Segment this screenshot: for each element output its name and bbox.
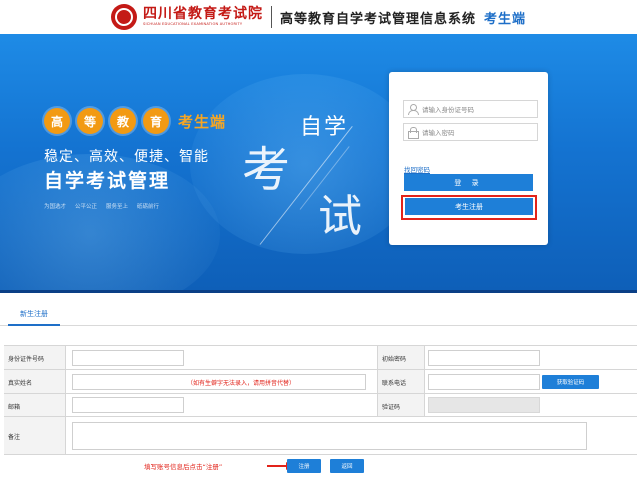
- emblem-logo-icon: [110, 4, 137, 30]
- page: 四川省教育考试院 SICHUAN EDUCATIONAL EXAMINATION…: [0, 0, 637, 484]
- slogan-item: 公平公正: [75, 204, 98, 210]
- lock-icon: [408, 127, 419, 139]
- slogan-item: 为国选才: [44, 204, 67, 210]
- org-name: 四川省教育考试院: [142, 6, 263, 22]
- register-button[interactable]: 考生注册: [405, 198, 533, 215]
- id-number-input[interactable]: 请输入身份证号码: [403, 100, 538, 118]
- banner-slogans: 为国选才 公平公正 服务至上 砥砺前行: [44, 202, 159, 210]
- initial-password-field[interactable]: [428, 350, 540, 366]
- password-input[interactable]: 请输入密码: [403, 123, 538, 141]
- form-row: 邮箱 验证码: [4, 394, 637, 417]
- banner-glow: [190, 74, 420, 254]
- id-number-label: 身份证件号码: [8, 356, 45, 363]
- email-field[interactable]: [72, 397, 184, 413]
- hero-banner: 高 等 教 育 考生端 稳定、高效、便捷、智能 自学考试管理 为国选才 公平公正…: [0, 34, 637, 290]
- submit-register-button[interactable]: 注册: [287, 459, 321, 473]
- forgot-password-link[interactable]: 找回密码: [404, 164, 430, 174]
- verification-code-field[interactable]: [428, 397, 540, 413]
- banner-bottom-bar: [0, 290, 637, 293]
- dot-char: 教: [110, 108, 136, 134]
- slogan-item: 砥砺前行: [137, 204, 160, 210]
- initial-password-label: 初始密码: [382, 356, 407, 363]
- id-number-placeholder: 请输入身份证号码: [422, 106, 474, 114]
- dot-char: 高: [44, 108, 70, 134]
- portal-name: 考生端: [484, 11, 527, 27]
- form-table: 身份证件号码 初始密码 真实姓名 （如有生僻字无法录入，请用拼音代替） 联系电话…: [4, 345, 637, 473]
- dot-char: 等: [77, 108, 103, 134]
- phone-label: 联系电话: [382, 380, 407, 387]
- banner-big-zixue: 自学: [300, 115, 349, 140]
- org-block: 四川省教育考试院 SICHUAN EDUCATIONAL EXAMINATION…: [143, 7, 263, 27]
- real-name-label: 真实姓名: [8, 380, 33, 387]
- submit-instruction: 填写账号信息后点击“注册”: [144, 463, 223, 471]
- dot-char: 育: [143, 108, 169, 134]
- registration-form: 新生注册 身份证件号码 初始密码 真实姓名 （如有生僻字无法录入，请用拼音代替）…: [0, 298, 637, 484]
- password-placeholder: 请输入密码: [422, 129, 455, 137]
- slogan-item: 服务至上: [106, 204, 129, 210]
- user-icon: [408, 104, 419, 115]
- system-name: 高等教育自学考试管理信息系统: [279, 11, 476, 27]
- tab-new-registration[interactable]: 新生注册: [8, 309, 60, 326]
- name-hint: （如有生僻字无法录入，请用拼音代替）: [187, 380, 296, 387]
- verification-code-label: 验证码: [382, 404, 401, 411]
- tab-bar: 新生注册: [0, 298, 637, 326]
- login-button[interactable]: 登 录: [404, 174, 533, 191]
- form-row: 身份证件号码 初始密码: [4, 346, 637, 370]
- org-name-en: SICHUAN EDUCATIONAL EXAMINATION AUTHORIT…: [142, 22, 243, 26]
- slogan-dots: 高 等 教 育 考生端: [44, 108, 226, 134]
- remark-label: 备注: [8, 434, 21, 441]
- banner-portal-label: 考生端: [178, 112, 227, 131]
- remark-field[interactable]: [72, 422, 587, 450]
- form-row: 备注: [4, 417, 637, 455]
- arrow-right-icon: [267, 462, 292, 470]
- login-card: 请输入身份证号码 请输入密码 找回密码 登 录 考生注册: [389, 72, 548, 245]
- banner-big-kao: 考: [242, 142, 291, 198]
- back-button[interactable]: 返回: [330, 459, 364, 473]
- header-divider: [270, 6, 272, 28]
- phone-field[interactable]: [428, 374, 540, 390]
- site-header: 四川省教育考试院 SICHUAN EDUCATIONAL EXAMINATION…: [0, 0, 637, 34]
- form-actions-row: 填写账号信息后点击“注册” 注册 返回: [4, 455, 637, 477]
- banner-big-shi: 试: [318, 191, 362, 242]
- id-number-field[interactable]: [72, 350, 184, 366]
- get-code-button[interactable]: 获取验证码: [542, 375, 599, 389]
- form-row: 真实姓名 （如有生僻字无法录入，请用拼音代替） 联系电话 获取验证码: [4, 370, 637, 394]
- email-label: 邮箱: [8, 404, 21, 411]
- banner-tagline: 稳定、高效、便捷、智能: [44, 149, 209, 165]
- banner-headline: 自学考试管理: [44, 170, 171, 192]
